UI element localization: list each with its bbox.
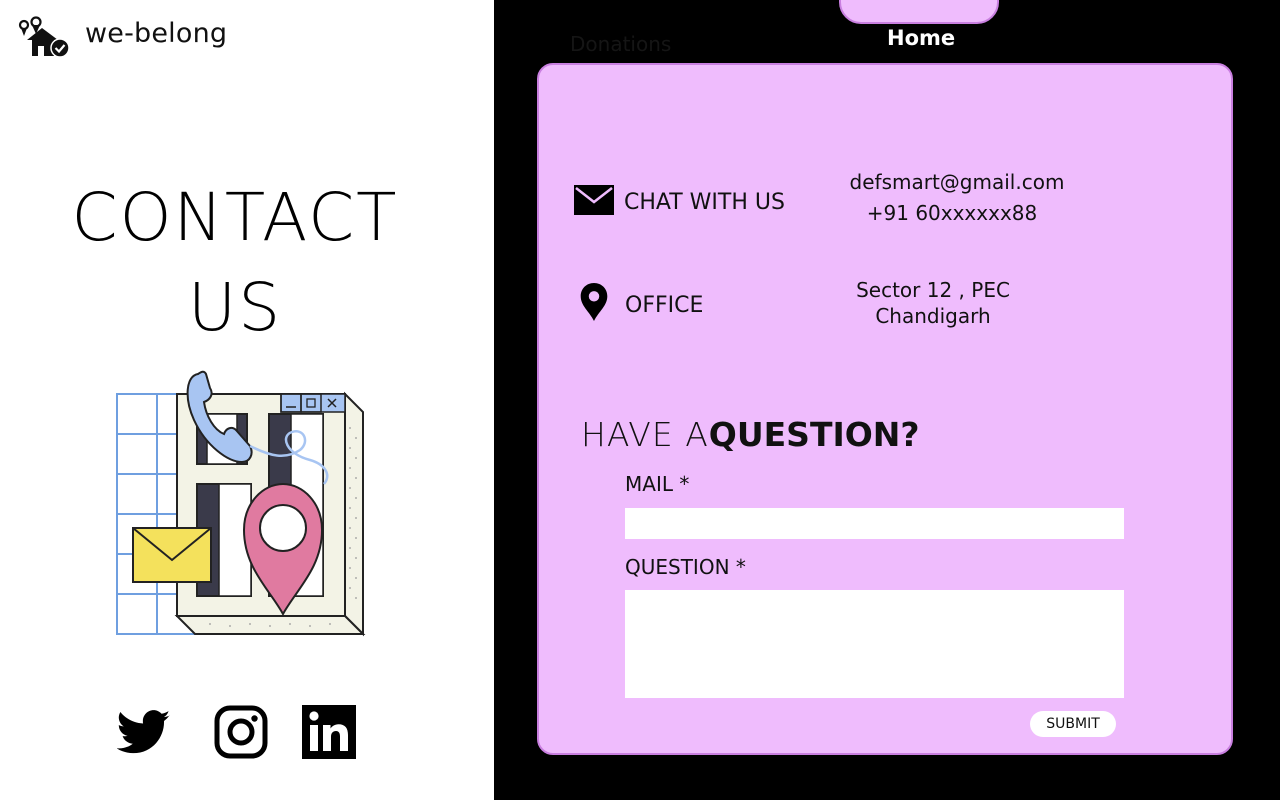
nav-home-link[interactable]: Home <box>887 26 955 50</box>
left-panel: we-belong CONTACT US <box>0 0 494 800</box>
question-input[interactable] <box>625 590 1124 698</box>
instagram-icon[interactable] <box>214 705 268 759</box>
mail-field-label: MAIL * <box>625 472 690 496</box>
question-heading-light: HAVE A <box>581 415 709 454</box>
question-heading: HAVE AQUESTION? <box>581 415 920 454</box>
contact-card: CHAT WITH US defsmart@gmail.com +91 60xx… <box>537 63 1233 755</box>
page-title-line1: CONTACT <box>71 179 399 256</box>
home-tab-indicator <box>839 0 999 24</box>
twitter-icon[interactable] <box>117 705 171 759</box>
right-panel: Donations Home CHAT WITH US defsmart@gma… <box>494 0 1280 800</box>
mail-icon <box>574 185 614 215</box>
office-address-line2: Chandigarh <box>875 304 991 328</box>
linkedin-icon[interactable] <box>302 705 356 759</box>
mail-input[interactable] <box>625 508 1124 539</box>
office-address-line1: Sector 12 , PEC <box>856 278 1010 302</box>
contact-email[interactable]: defsmart@gmail.com <box>847 170 1067 194</box>
page-title-line2: US <box>187 269 283 346</box>
submit-button[interactable]: SUBMIT <box>1030 711 1116 737</box>
brand-name[interactable]: we-belong <box>85 18 227 49</box>
question-heading-bold: QUESTION? <box>708 415 920 454</box>
question-field-label: QUESTION * <box>625 555 746 579</box>
nav-donations-link[interactable]: Donations <box>570 32 671 56</box>
office-label: OFFICE <box>625 293 704 318</box>
location-pin-icon <box>580 283 608 321</box>
house-heart-logo-icon[interactable] <box>18 16 70 58</box>
contact-phone: +91 60xxxxxx88 <box>866 201 1038 225</box>
contact-illustration <box>116 370 366 637</box>
chat-label: CHAT WITH US <box>624 190 785 215</box>
